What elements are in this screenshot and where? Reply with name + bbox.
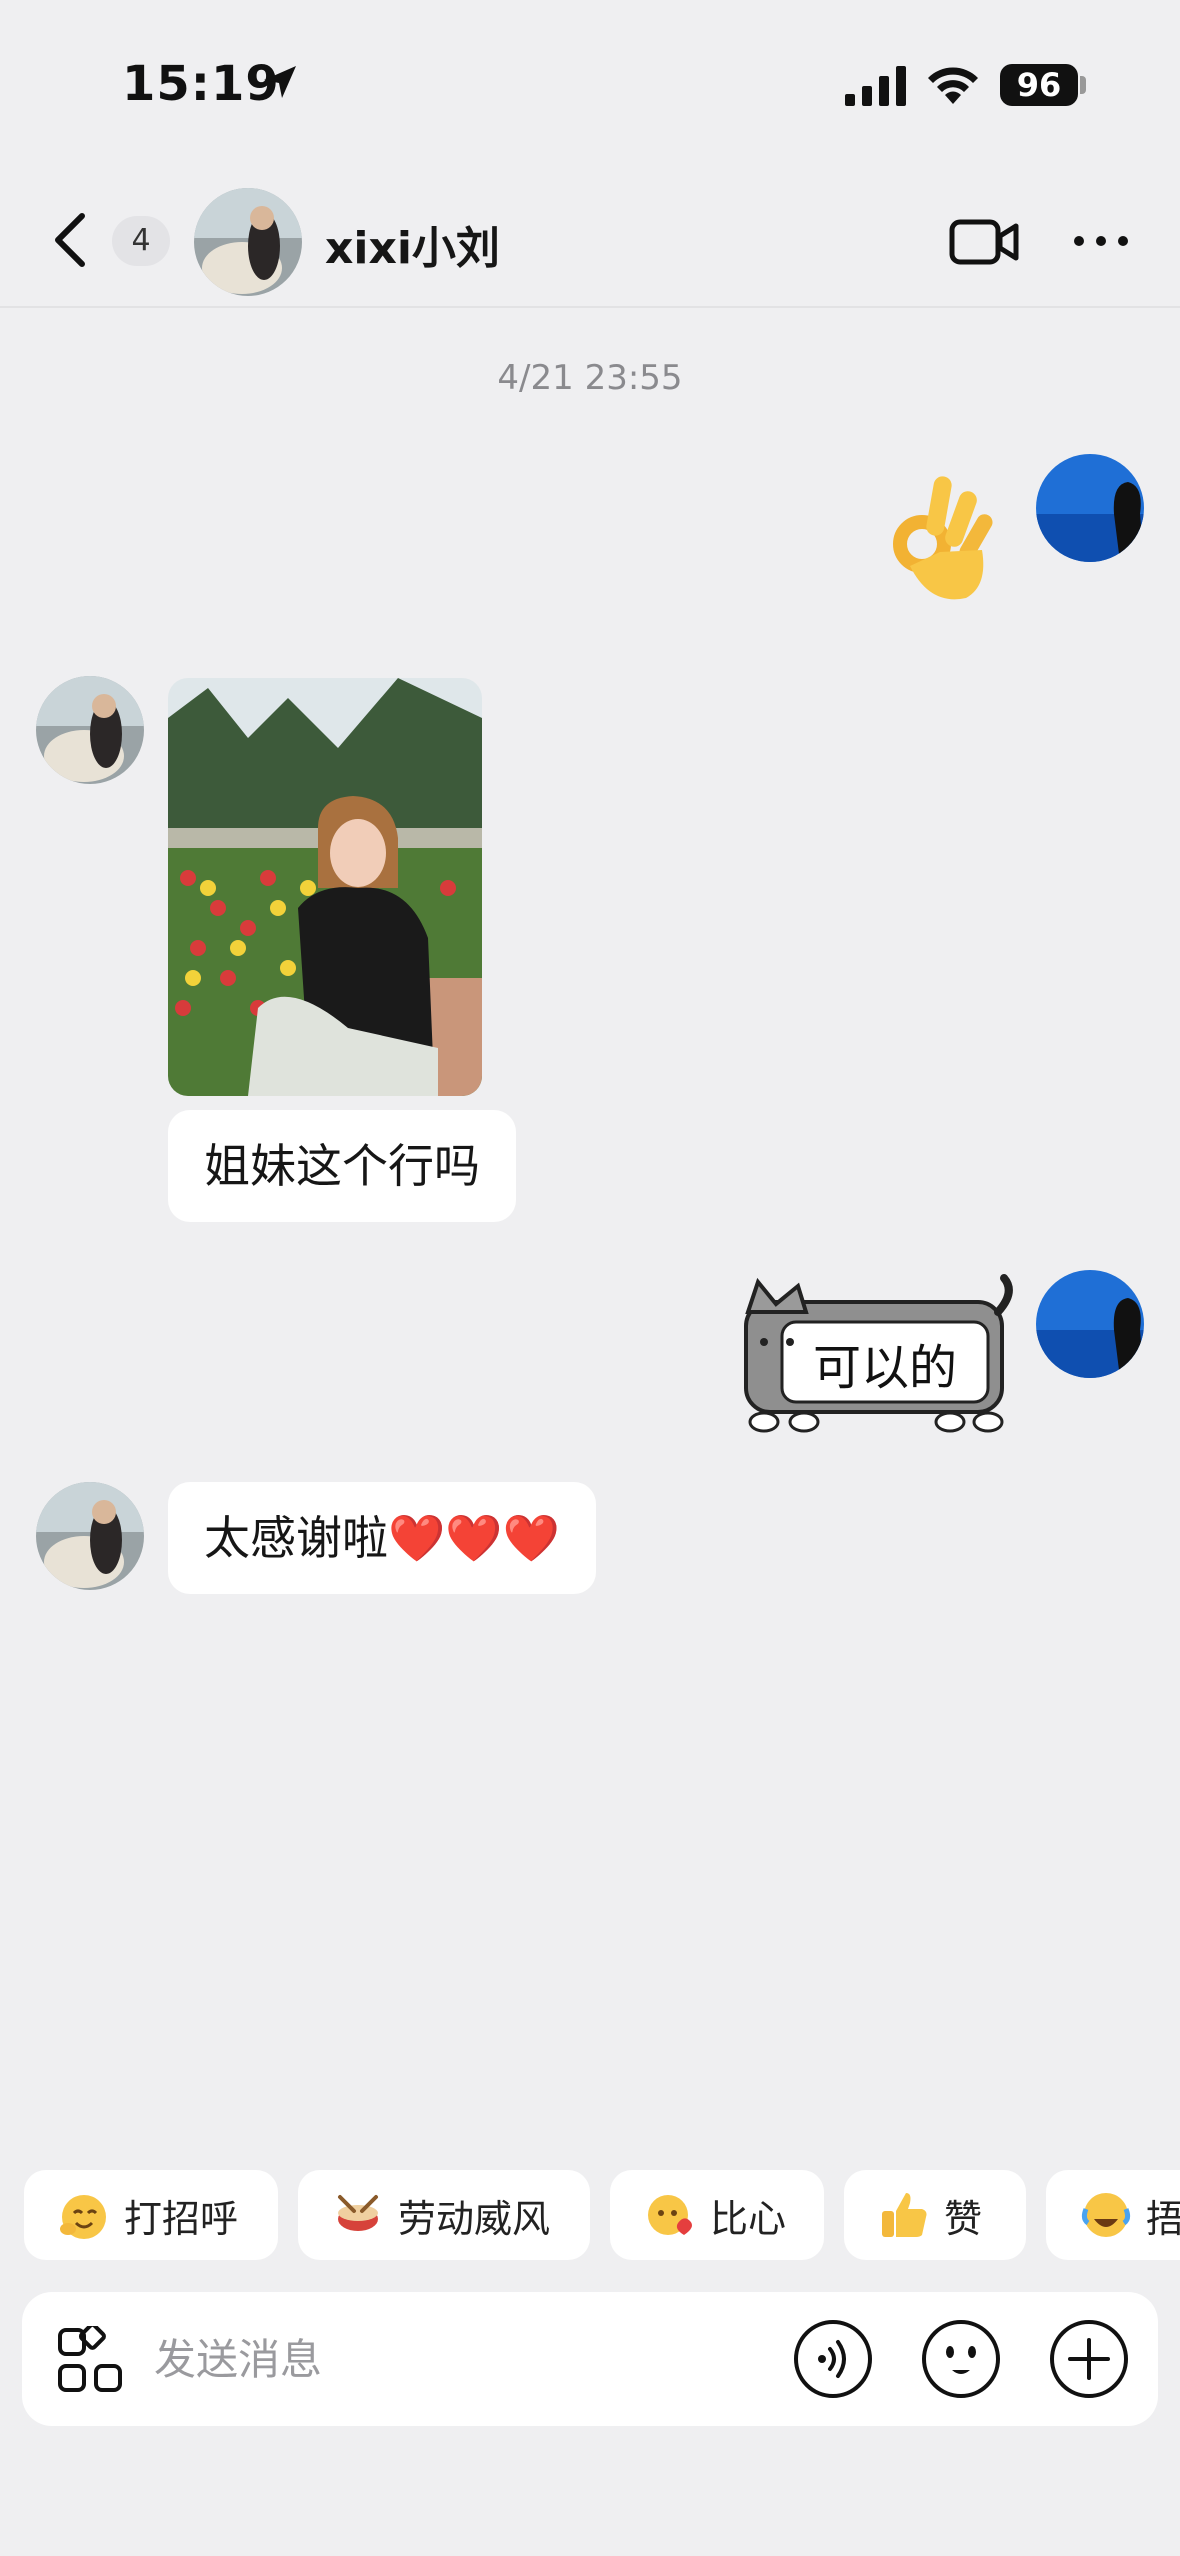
battery-indicator: 96 [1000, 64, 1078, 106]
sticker-caption: 可以的 [812, 1340, 957, 1396]
friend-avatar[interactable] [36, 676, 144, 784]
chip-label: 捂 [1146, 2196, 1180, 2241]
video-call-icon[interactable] [948, 214, 1020, 270]
quick-reply-chip[interactable]: 比心 [610, 2170, 824, 2260]
drum-icon [338, 2195, 378, 2231]
chat-header: 4 xixi小刘 [0, 170, 1180, 308]
unread-count-badge[interactable]: 4 [112, 216, 170, 266]
message-timestamp: 4/21 23:55 [497, 358, 683, 398]
thumbs-up-icon [882, 2193, 927, 2237]
laugh-cry-icon [1081, 2193, 1131, 2237]
wave-face-icon [60, 2195, 106, 2239]
message-input-bar [22, 2292, 1158, 2426]
chip-label: 比心 [710, 2196, 787, 2241]
message-input[interactable] [154, 2326, 754, 2392]
contact-name[interactable]: xixi小刘 [325, 212, 500, 276]
add-plus-icon[interactable] [1048, 2318, 1130, 2400]
contact-avatar[interactable] [194, 188, 302, 296]
chip-label: 打招呼 [124, 2196, 239, 2241]
quick-reply-chip[interactable]: 劳动威风 [298, 2170, 590, 2260]
cellular-signal-icon [845, 66, 906, 106]
message-bubble[interactable]: 姐妹这个行吗 [168, 1110, 516, 1222]
more-options-icon[interactable] [1072, 226, 1130, 256]
quick-reply-chip[interactable]: 赞 [844, 2170, 1026, 2260]
voice-input-icon[interactable] [792, 2318, 874, 2400]
heart-hands-icon [648, 2195, 692, 2235]
self-avatar[interactable] [1036, 1270, 1144, 1378]
quick-reply-chip[interactable]: 打招呼 [24, 2170, 278, 2260]
status-time: 15:19 [122, 56, 280, 112]
location-arrow-icon [264, 66, 296, 98]
back-chevron-icon[interactable] [48, 210, 92, 270]
wifi-icon [928, 67, 978, 104]
emoji-picker-icon[interactable] [920, 2318, 1002, 2400]
friend-avatar[interactable] [36, 1482, 144, 1590]
ok-hand-emoji[interactable] [870, 466, 1000, 616]
shared-photo[interactable] [168, 678, 482, 1096]
quick-reply-bar: 打招呼 劳动威风 比心 赞 捂 [0, 2170, 1180, 2262]
self-avatar[interactable] [1036, 454, 1144, 562]
quick-reply-chip[interactable]: 捂 [1046, 2170, 1180, 2260]
status-bar: 15:19 96 [0, 0, 1180, 170]
message-bubble[interactable]: 太感谢啦❤️❤️❤️ [168, 1482, 596, 1594]
chip-label: 赞 [944, 2196, 983, 2241]
battery-tip [1080, 76, 1086, 94]
chip-label: 劳动威风 [398, 2196, 551, 2241]
apps-grid-icon[interactable] [56, 2326, 124, 2394]
